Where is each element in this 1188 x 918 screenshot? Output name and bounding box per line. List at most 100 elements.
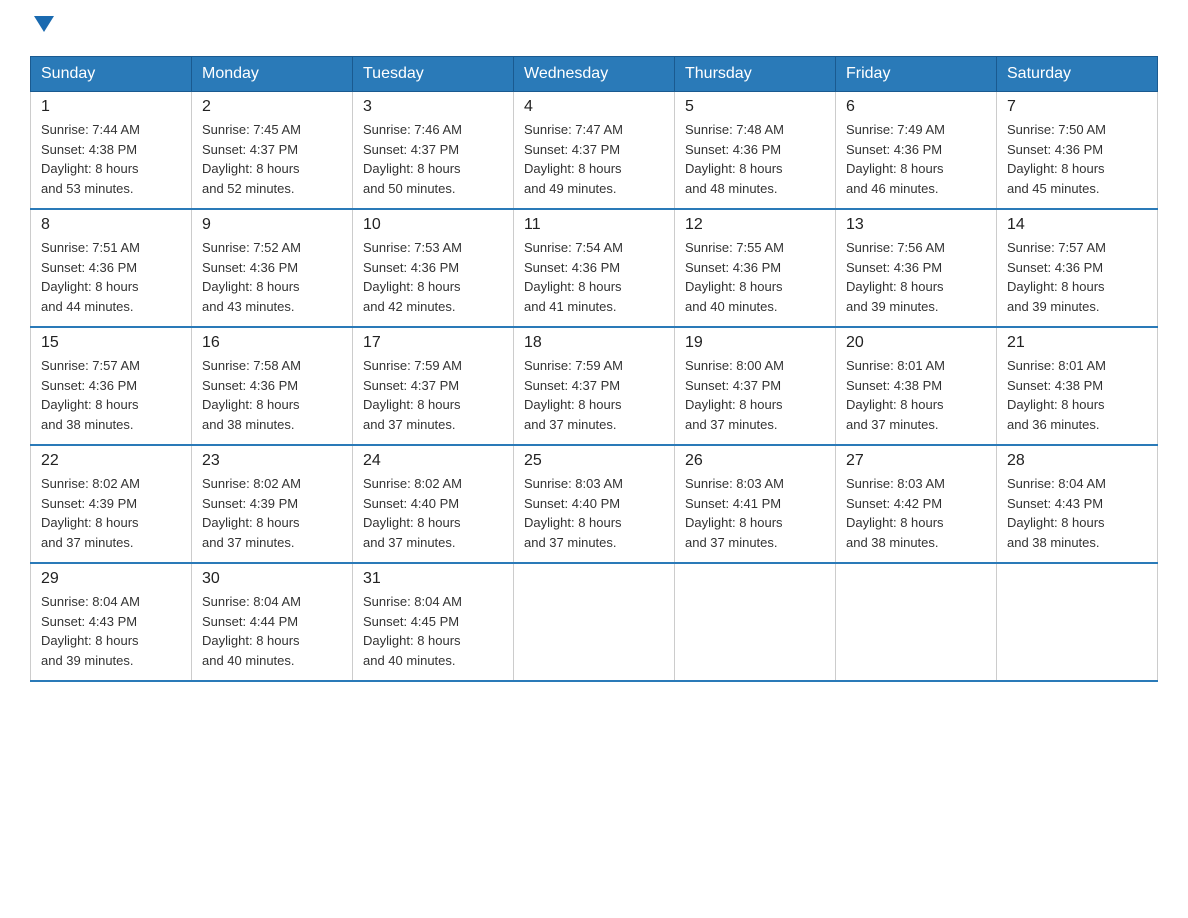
calendar-day-cell: 23 Sunrise: 8:02 AM Sunset: 4:39 PM Dayl… <box>192 445 353 563</box>
calendar-day-cell: 10 Sunrise: 7:53 AM Sunset: 4:36 PM Dayl… <box>353 209 514 327</box>
day-number: 23 <box>202 452 342 470</box>
day-number: 15 <box>41 334 181 352</box>
calendar-day-cell: 22 Sunrise: 8:02 AM Sunset: 4:39 PM Dayl… <box>31 445 192 563</box>
day-info: Sunrise: 7:48 AM Sunset: 4:36 PM Dayligh… <box>685 120 825 198</box>
calendar-header-wednesday: Wednesday <box>514 57 675 92</box>
day-info: Sunrise: 7:45 AM Sunset: 4:37 PM Dayligh… <box>202 120 342 198</box>
day-number: 1 <box>41 98 181 116</box>
calendar-day-cell: 15 Sunrise: 7:57 AM Sunset: 4:36 PM Dayl… <box>31 327 192 445</box>
day-info: Sunrise: 8:04 AM Sunset: 4:43 PM Dayligh… <box>1007 474 1147 552</box>
calendar-week-row: 8 Sunrise: 7:51 AM Sunset: 4:36 PM Dayli… <box>31 209 1158 327</box>
calendar-day-cell: 16 Sunrise: 7:58 AM Sunset: 4:36 PM Dayl… <box>192 327 353 445</box>
day-info: Sunrise: 8:00 AM Sunset: 4:37 PM Dayligh… <box>685 356 825 434</box>
day-info: Sunrise: 7:47 AM Sunset: 4:37 PM Dayligh… <box>524 120 664 198</box>
day-info: Sunrise: 7:52 AM Sunset: 4:36 PM Dayligh… <box>202 238 342 316</box>
day-info: Sunrise: 7:46 AM Sunset: 4:37 PM Dayligh… <box>363 120 503 198</box>
day-info: Sunrise: 8:03 AM Sunset: 4:41 PM Dayligh… <box>685 474 825 552</box>
day-number: 21 <box>1007 334 1147 352</box>
day-info: Sunrise: 8:02 AM Sunset: 4:39 PM Dayligh… <box>202 474 342 552</box>
day-number: 22 <box>41 452 181 470</box>
day-number: 26 <box>685 452 825 470</box>
day-number: 30 <box>202 570 342 588</box>
calendar-day-cell: 6 Sunrise: 7:49 AM Sunset: 4:36 PM Dayli… <box>836 92 997 210</box>
day-number: 27 <box>846 452 986 470</box>
calendar-day-cell: 29 Sunrise: 8:04 AM Sunset: 4:43 PM Dayl… <box>31 563 192 681</box>
day-number: 28 <box>1007 452 1147 470</box>
day-number: 20 <box>846 334 986 352</box>
day-info: Sunrise: 7:49 AM Sunset: 4:36 PM Dayligh… <box>846 120 986 198</box>
calendar-header-friday: Friday <box>836 57 997 92</box>
day-info: Sunrise: 7:51 AM Sunset: 4:36 PM Dayligh… <box>41 238 181 316</box>
day-info: Sunrise: 7:56 AM Sunset: 4:36 PM Dayligh… <box>846 238 986 316</box>
calendar-week-row: 1 Sunrise: 7:44 AM Sunset: 4:38 PM Dayli… <box>31 92 1158 210</box>
logo <box>30 20 54 36</box>
day-info: Sunrise: 7:50 AM Sunset: 4:36 PM Dayligh… <box>1007 120 1147 198</box>
day-info: Sunrise: 7:54 AM Sunset: 4:36 PM Dayligh… <box>524 238 664 316</box>
page-header <box>30 20 1158 36</box>
calendar-day-cell: 28 Sunrise: 8:04 AM Sunset: 4:43 PM Dayl… <box>997 445 1158 563</box>
day-info: Sunrise: 7:53 AM Sunset: 4:36 PM Dayligh… <box>363 238 503 316</box>
day-number: 24 <box>363 452 503 470</box>
calendar-header-tuesday: Tuesday <box>353 57 514 92</box>
calendar-day-cell <box>675 563 836 681</box>
day-number: 16 <box>202 334 342 352</box>
calendar-day-cell: 31 Sunrise: 8:04 AM Sunset: 4:45 PM Dayl… <box>353 563 514 681</box>
calendar-table: SundayMondayTuesdayWednesdayThursdayFrid… <box>30 56 1158 682</box>
calendar-day-cell: 12 Sunrise: 7:55 AM Sunset: 4:36 PM Dayl… <box>675 209 836 327</box>
day-number: 9 <box>202 216 342 234</box>
calendar-day-cell: 18 Sunrise: 7:59 AM Sunset: 4:37 PM Dayl… <box>514 327 675 445</box>
calendar-day-cell: 26 Sunrise: 8:03 AM Sunset: 4:41 PM Dayl… <box>675 445 836 563</box>
day-number: 4 <box>524 98 664 116</box>
day-number: 19 <box>685 334 825 352</box>
day-number: 5 <box>685 98 825 116</box>
calendar-week-row: 29 Sunrise: 8:04 AM Sunset: 4:43 PM Dayl… <box>31 563 1158 681</box>
day-number: 11 <box>524 216 664 234</box>
day-info: Sunrise: 8:02 AM Sunset: 4:40 PM Dayligh… <box>363 474 503 552</box>
day-number: 2 <box>202 98 342 116</box>
calendar-week-row: 22 Sunrise: 8:02 AM Sunset: 4:39 PM Dayl… <box>31 445 1158 563</box>
day-info: Sunrise: 7:59 AM Sunset: 4:37 PM Dayligh… <box>524 356 664 434</box>
day-number: 7 <box>1007 98 1147 116</box>
day-number: 8 <box>41 216 181 234</box>
calendar-day-cell: 2 Sunrise: 7:45 AM Sunset: 4:37 PM Dayli… <box>192 92 353 210</box>
day-info: Sunrise: 8:02 AM Sunset: 4:39 PM Dayligh… <box>41 474 181 552</box>
day-info: Sunrise: 8:01 AM Sunset: 4:38 PM Dayligh… <box>846 356 986 434</box>
calendar-day-cell <box>836 563 997 681</box>
calendar-day-cell: 7 Sunrise: 7:50 AM Sunset: 4:36 PM Dayli… <box>997 92 1158 210</box>
calendar-day-cell: 5 Sunrise: 7:48 AM Sunset: 4:36 PM Dayli… <box>675 92 836 210</box>
day-info: Sunrise: 7:57 AM Sunset: 4:36 PM Dayligh… <box>1007 238 1147 316</box>
day-info: Sunrise: 7:55 AM Sunset: 4:36 PM Dayligh… <box>685 238 825 316</box>
day-number: 31 <box>363 570 503 588</box>
calendar-day-cell: 14 Sunrise: 7:57 AM Sunset: 4:36 PM Dayl… <box>997 209 1158 327</box>
calendar-day-cell: 17 Sunrise: 7:59 AM Sunset: 4:37 PM Dayl… <box>353 327 514 445</box>
calendar-day-cell <box>514 563 675 681</box>
day-number: 12 <box>685 216 825 234</box>
calendar-day-cell: 27 Sunrise: 8:03 AM Sunset: 4:42 PM Dayl… <box>836 445 997 563</box>
day-number: 14 <box>1007 216 1147 234</box>
day-number: 10 <box>363 216 503 234</box>
day-number: 18 <box>524 334 664 352</box>
day-info: Sunrise: 8:03 AM Sunset: 4:42 PM Dayligh… <box>846 474 986 552</box>
calendar-day-cell: 20 Sunrise: 8:01 AM Sunset: 4:38 PM Dayl… <box>836 327 997 445</box>
calendar-day-cell: 30 Sunrise: 8:04 AM Sunset: 4:44 PM Dayl… <box>192 563 353 681</box>
day-number: 6 <box>846 98 986 116</box>
calendar-day-cell: 13 Sunrise: 7:56 AM Sunset: 4:36 PM Dayl… <box>836 209 997 327</box>
calendar-day-cell: 21 Sunrise: 8:01 AM Sunset: 4:38 PM Dayl… <box>997 327 1158 445</box>
calendar-day-cell <box>997 563 1158 681</box>
calendar-day-cell: 11 Sunrise: 7:54 AM Sunset: 4:36 PM Dayl… <box>514 209 675 327</box>
day-info: Sunrise: 7:58 AM Sunset: 4:36 PM Dayligh… <box>202 356 342 434</box>
calendar-header-sunday: Sunday <box>31 57 192 92</box>
day-number: 13 <box>846 216 986 234</box>
calendar-header-saturday: Saturday <box>997 57 1158 92</box>
calendar-day-cell: 8 Sunrise: 7:51 AM Sunset: 4:36 PM Dayli… <box>31 209 192 327</box>
calendar-day-cell: 1 Sunrise: 7:44 AM Sunset: 4:38 PM Dayli… <box>31 92 192 210</box>
day-info: Sunrise: 8:04 AM Sunset: 4:44 PM Dayligh… <box>202 592 342 670</box>
calendar-week-row: 15 Sunrise: 7:57 AM Sunset: 4:36 PM Dayl… <box>31 327 1158 445</box>
day-info: Sunrise: 7:44 AM Sunset: 4:38 PM Dayligh… <box>41 120 181 198</box>
day-info: Sunrise: 8:01 AM Sunset: 4:38 PM Dayligh… <box>1007 356 1147 434</box>
calendar-day-cell: 25 Sunrise: 8:03 AM Sunset: 4:40 PM Dayl… <box>514 445 675 563</box>
day-info: Sunrise: 8:04 AM Sunset: 4:43 PM Dayligh… <box>41 592 181 670</box>
calendar-header-row: SundayMondayTuesdayWednesdayThursdayFrid… <box>31 57 1158 92</box>
day-info: Sunrise: 8:04 AM Sunset: 4:45 PM Dayligh… <box>363 592 503 670</box>
logo-triangle-icon <box>34 16 54 32</box>
